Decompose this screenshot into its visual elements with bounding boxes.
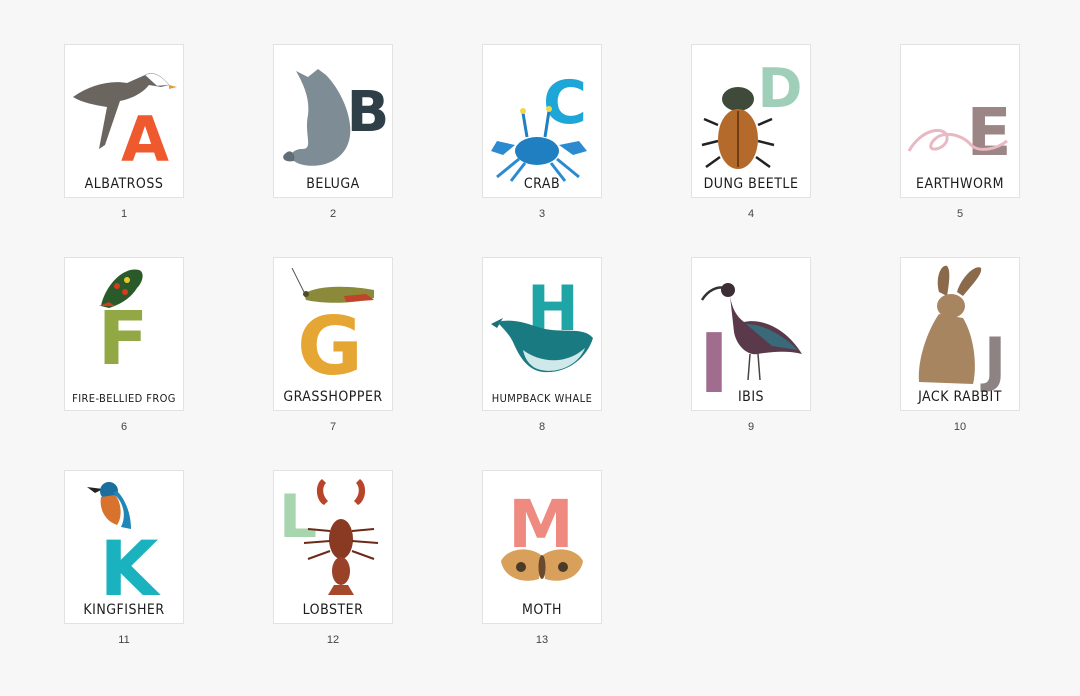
page-card[interactable]: K KINGFISHER xyxy=(64,470,184,624)
letter-glyph: B xyxy=(347,80,390,145)
animal-name-label: MOTH xyxy=(522,602,562,618)
animal-name-label: IBIS xyxy=(737,389,765,405)
earthworm-icon: E xyxy=(907,94,1012,171)
page-number: 11 xyxy=(118,634,130,646)
animal-name-label: CRAB xyxy=(523,176,561,192)
page-card[interactable]: F FIRE-BELLIED FROG xyxy=(64,257,184,411)
letter-glyph: J xyxy=(980,325,1006,395)
page-card[interactable]: C CRAB xyxy=(482,44,602,198)
page-card[interactable]: I IBIS xyxy=(691,257,811,411)
letter-glyph: D xyxy=(758,57,803,120)
page-number: 1 xyxy=(120,208,128,220)
page-number: 4 xyxy=(747,208,755,220)
page-card[interactable]: D DUNG BEETLE xyxy=(691,44,811,198)
animal-name-label: KINGFISHER xyxy=(83,602,165,618)
page-number: 6 xyxy=(120,421,128,433)
animal-name-label: JACK RABBIT xyxy=(918,389,1002,405)
animal-name-label: DUNG BEETLE xyxy=(703,176,799,192)
animal-name-label: FIRE-BELLIED FROG xyxy=(72,392,176,405)
letter-glyph: F xyxy=(98,296,149,382)
animal-name-label: LOBSTER xyxy=(302,602,364,618)
crab-icon: C xyxy=(491,68,587,182)
page-card[interactable]: H HUMPBACK WHALE xyxy=(482,257,602,411)
page-number: 9 xyxy=(747,421,755,433)
page-card[interactable]: G GRASSHOPPER xyxy=(273,257,393,411)
beluga-icon: B xyxy=(283,69,390,166)
animal-name-label: HUMPBACK WHALE xyxy=(491,392,593,405)
page-number: 3 xyxy=(538,208,546,220)
lobster-icon: L xyxy=(279,479,379,595)
page-number: 8 xyxy=(538,421,546,433)
albatross-icon: A xyxy=(73,73,177,176)
page-card[interactable]: E EARTHWORM xyxy=(900,44,1020,198)
page-card[interactable]: M MOTH xyxy=(482,470,602,624)
page-number: 5 xyxy=(956,208,964,220)
humpback-whale-icon: H xyxy=(491,272,593,373)
page-number: 13 xyxy=(535,634,549,646)
kingfisher-icon: K xyxy=(87,482,162,613)
letter-glyph: A xyxy=(121,103,169,176)
letter-glyph: E xyxy=(966,94,1011,171)
animal-name-label: EARTHWORM xyxy=(916,176,1004,192)
grasshopper-icon: G xyxy=(291,267,374,393)
letter-glyph: G xyxy=(297,300,363,393)
page-thumbnail-grid: A ALBATROSS 1 B BELUGA 2 C CRAB 3 D DUNG… xyxy=(0,0,1080,696)
jack-rabbit-icon: J xyxy=(918,265,1006,395)
animal-name-label: GRASSHOPPER xyxy=(283,389,383,405)
page-number: 12 xyxy=(326,634,340,646)
moth-icon: M xyxy=(501,486,583,581)
ibis-icon: I xyxy=(699,283,802,410)
frog-icon: F xyxy=(98,269,149,382)
page-card[interactable]: J JACK RABBIT xyxy=(900,257,1020,411)
page-number: 7 xyxy=(329,421,337,433)
dung-beetle-icon: D xyxy=(701,57,803,169)
page-number: 10 xyxy=(953,421,967,433)
page-card[interactable]: L LOBSTER xyxy=(273,470,393,624)
letter-glyph: K xyxy=(100,524,162,613)
page-number: 2 xyxy=(329,208,337,220)
page-card[interactable]: B BELUGA xyxy=(273,44,393,198)
animal-name-label: ALBATROSS xyxy=(84,176,164,192)
letter-glyph: C xyxy=(543,68,587,138)
page-card[interactable]: A ALBATROSS xyxy=(64,44,184,198)
animal-name-label: BELUGA xyxy=(306,176,360,192)
